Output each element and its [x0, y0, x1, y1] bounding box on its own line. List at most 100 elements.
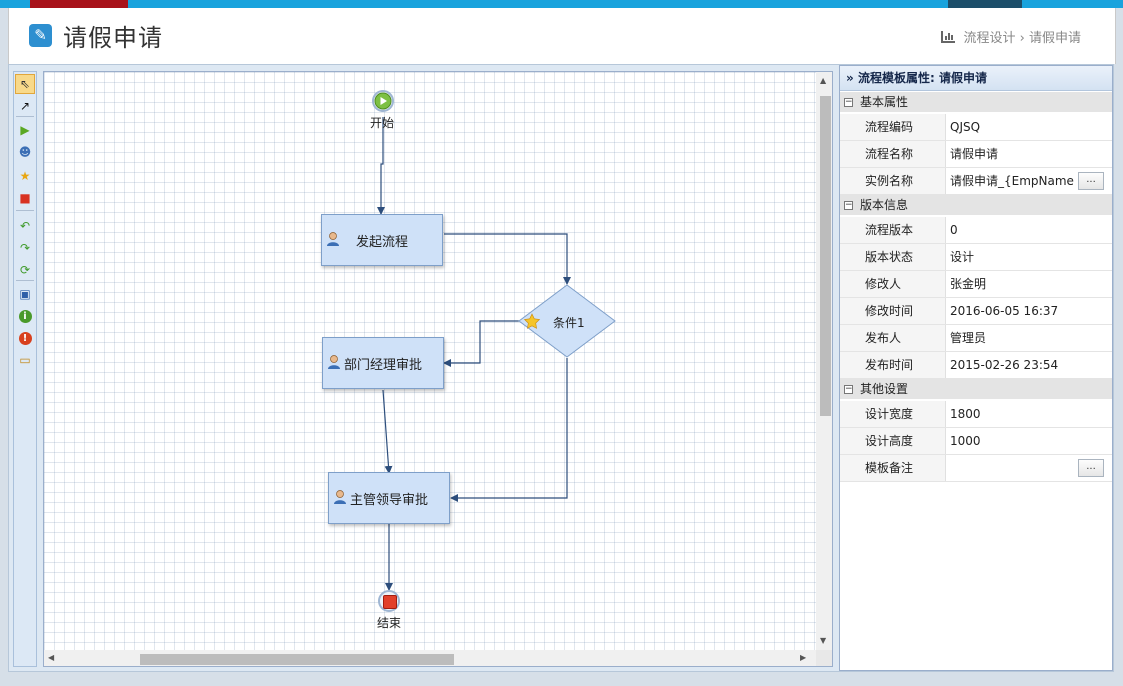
property-group-header[interactable]: − 其他设置 — [840, 379, 1112, 399]
chart-icon — [941, 31, 956, 43]
double-chevron-icon: » — [846, 71, 854, 85]
property-group-header[interactable]: − 版本信息 — [840, 195, 1112, 215]
horizontal-scroll-thumb[interactable] — [140, 654, 454, 665]
breadcrumb-separator: › — [1019, 31, 1025, 46]
top-accent-dark — [948, 0, 1022, 8]
property-value[interactable] — [950, 455, 1076, 481]
user-task-tool-button[interactable]: ☻ — [15, 142, 35, 162]
connector-start-to-initiate[interactable] — [377, 117, 385, 215]
condition-gateway-label: 条件1 — [553, 316, 585, 330]
property-row: 发布时间 2015-02-26 23:54 — [840, 352, 1112, 379]
open-folder-tool-button[interactable]: ▭ — [15, 350, 35, 370]
designer-area: ⇖ ↗ ▶ ☻ ★ ■ ↶ ↷ ⟳ ▣ i! ▭ 开始 发起流程 部门经理审批 … — [8, 64, 1114, 672]
refresh-tool-button[interactable]: ⟳ — [15, 260, 35, 280]
task-initiate-label: 发起流程 — [355, 234, 408, 250]
toolbar-separator — [16, 280, 34, 281]
property-name: 设计宽度 — [840, 401, 946, 427]
property-value[interactable]: 请假申请_{EmpName — [950, 168, 1076, 194]
breadcrumb-item-flow-design[interactable]: 流程设计 — [963, 31, 1015, 46]
ellipsis-button[interactable]: ... — [1078, 172, 1104, 190]
task-dept-manager[interactable]: 部门经理审批 — [322, 337, 444, 389]
user-icon — [327, 232, 339, 246]
collapse-icon[interactable]: − — [844, 201, 853, 210]
property-group-label: 其他设置 — [860, 382, 909, 396]
property-name: 修改时间 — [840, 298, 946, 324]
property-name: 流程编码 — [840, 114, 946, 140]
end-event[interactable] — [378, 590, 400, 612]
property-value[interactable]: 管理员 — [950, 325, 1076, 351]
end-event-label: 结束 — [377, 616, 402, 630]
property-value[interactable]: 2015-02-26 23:54 — [950, 352, 1076, 378]
canvas-vertical-scrollbar[interactable]: ▲ ▼ — [816, 72, 832, 650]
property-value[interactable]: 1000 — [950, 428, 1076, 454]
collapse-icon[interactable]: − — [844, 385, 853, 394]
page-title: 请假申请 — [63, 24, 163, 52]
connector-initiate-to-condition[interactable] — [444, 233, 571, 285]
redo-tool-button[interactable]: ↷ — [15, 238, 35, 258]
connector-condition-to-supervisor[interactable] — [450, 358, 568, 502]
properties-panel-title: » 流程模板属性: 请假申请 — [840, 66, 1112, 91]
property-row: 发布人 管理员 — [840, 325, 1112, 352]
designer-toolbar: ⇖ ↗ ▶ ☻ ★ ■ ↶ ↷ ⟳ ▣ i! ▭ — [13, 71, 37, 667]
property-row: 流程版本 0 — [840, 217, 1112, 244]
property-name: 版本状态 — [840, 244, 946, 270]
ellipsis-button[interactable]: ... — [1078, 459, 1104, 477]
edit-pencil-icon: ✎ — [29, 24, 52, 47]
properties-title-prefix: 流程模板属性: — [857, 71, 935, 85]
refresh-icon: ⟳ — [19, 263, 31, 277]
connector-condition-to-dept-manager[interactable] — [443, 320, 519, 367]
warning-tool-button[interactable]: ! — [15, 328, 35, 348]
undo-tool-button[interactable]: ↶ — [15, 216, 35, 236]
info-tool-button[interactable]: i — [15, 306, 35, 326]
collapse-icon[interactable]: − — [844, 98, 853, 107]
breadcrumb: 流程设计 › 请假申请 — [941, 27, 1081, 46]
property-name: 流程版本 — [840, 217, 946, 243]
play-icon — [374, 92, 392, 110]
property-row: 实例名称 请假申请_{EmpName... — [840, 168, 1112, 195]
user-task-icon: ☻ — [18, 145, 32, 159]
task-supervisor[interactable]: 主管领导审批 — [328, 472, 450, 524]
property-name: 模板备注 — [840, 455, 946, 481]
bottom-border — [0, 672, 1123, 686]
property-row: 修改人 张金明 — [840, 271, 1112, 298]
property-value[interactable]: 设计 — [950, 244, 1076, 270]
start-event[interactable] — [372, 90, 394, 112]
property-value[interactable]: 2016-06-05 16:37 — [950, 298, 1076, 324]
start-event-icon: ▶ — [20, 123, 30, 137]
scroll-right-icon[interactable]: ▶ — [800, 653, 806, 662]
property-row: 版本状态 设计 — [840, 244, 1112, 271]
canvas-horizontal-scrollbar[interactable]: ◀ ▶ — [44, 650, 816, 666]
scroll-down-icon[interactable]: ▼ — [820, 636, 826, 645]
scroll-left-icon[interactable]: ◀ — [48, 653, 54, 662]
undo-icon: ↶ — [19, 219, 31, 233]
pointer-tool-button[interactable]: ⇖ — [15, 74, 35, 94]
property-value[interactable]: 0 — [950, 217, 1076, 243]
flow-canvas-frame: 开始 发起流程 部门经理审批 主管领导审批 条件1 结束 ▲ ▼ ◀ ▶ — [43, 71, 833, 667]
property-group-header[interactable]: − 基本属性 — [840, 92, 1112, 112]
property-group-label: 版本信息 — [860, 198, 909, 212]
task-dept-manager-label: 部门经理审批 — [343, 357, 422, 373]
connector-dept-manager-to-supervisor[interactable] — [382, 389, 393, 474]
condition-star-tool-button[interactable]: ★ — [15, 166, 35, 186]
property-name: 设计高度 — [840, 428, 946, 454]
pointer-icon: ⇖ — [19, 77, 31, 91]
save-tool-button[interactable]: ▣ — [15, 284, 35, 304]
flow-canvas[interactable]: 开始 发起流程 部门经理审批 主管领导审批 条件1 结束 — [44, 72, 816, 650]
scroll-up-icon[interactable]: ▲ — [820, 76, 826, 85]
property-row: 流程名称 请假申请 — [840, 141, 1112, 168]
property-value[interactable]: 请假申请 — [950, 141, 1076, 167]
info-icon: i — [18, 309, 32, 323]
property-row: 修改时间 2016-06-05 16:37 — [840, 298, 1112, 325]
property-value[interactable]: QJSQ — [950, 114, 1076, 140]
connector-arrow-tool-button[interactable]: ↗ — [15, 96, 35, 116]
start-event-tool-button[interactable]: ▶ — [15, 120, 35, 140]
property-row: 模板备注... — [840, 455, 1112, 482]
property-value[interactable]: 张金明 — [950, 271, 1076, 297]
property-value[interactable]: 1800 — [950, 401, 1076, 427]
stop-icon — [383, 595, 397, 609]
task-initiate[interactable]: 发起流程 — [321, 214, 443, 266]
vertical-scroll-thumb[interactable] — [820, 96, 831, 416]
property-row: 设计高度 1000 — [840, 428, 1112, 455]
end-event-tool-button[interactable]: ■ — [15, 188, 35, 208]
properties-panel: » 流程模板属性: 请假申请 − 基本属性 流程编码 QJSQ 流程名称 请假申请 实例名称… — [839, 65, 1113, 671]
